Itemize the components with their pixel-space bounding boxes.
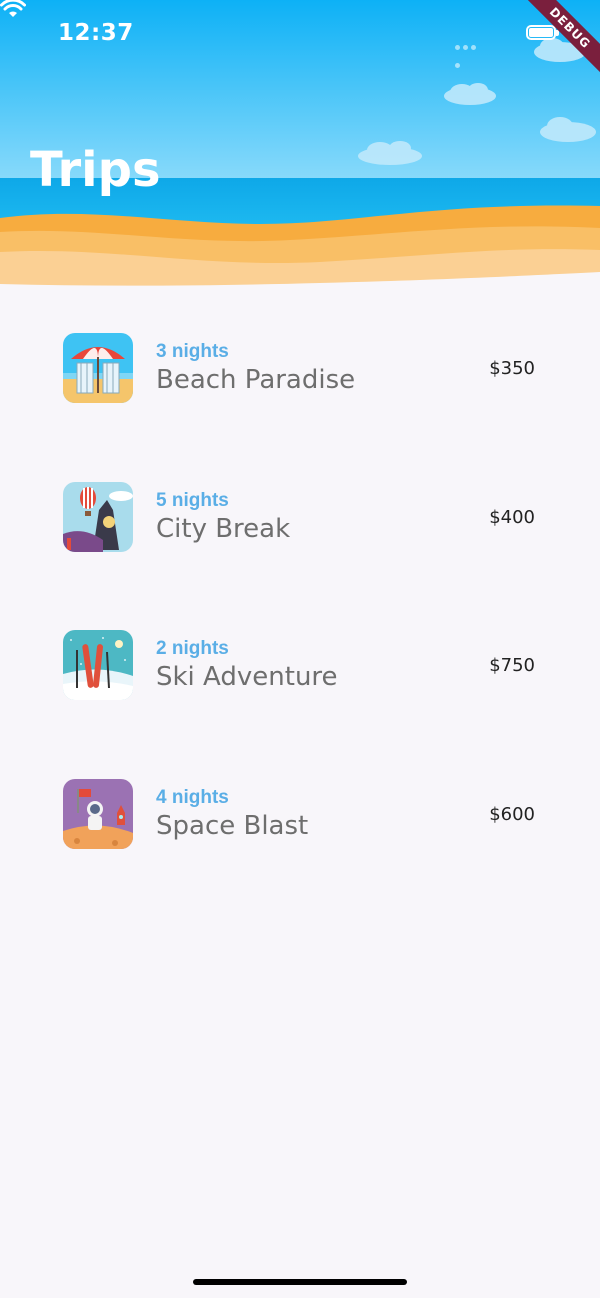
beach-umbrella-image	[63, 333, 133, 403]
header-banner: 12:37 DEBUG Trips	[0, 0, 600, 300]
wifi-icon	[0, 0, 26, 17]
trip-item-city-break[interactable]: 5 nights City Break $400	[63, 482, 543, 554]
trip-nights: 4 nights	[156, 787, 229, 808]
trip-nights: 3 nights	[156, 341, 229, 362]
skis-image	[63, 630, 133, 700]
page-title: Trips	[30, 142, 161, 198]
trip-item-ski-adventure[interactable]: 2 nights Ski Adventure $750	[63, 630, 543, 702]
astronaut-image	[63, 779, 133, 849]
big-ben-balloon-image	[63, 482, 133, 552]
home-indicator[interactable]	[193, 1279, 407, 1285]
trip-name: Beach Paradise	[156, 365, 356, 395]
battery-icon	[526, 25, 559, 40]
trip-price: $350	[489, 358, 535, 379]
trip-item-space-blast[interactable]: 4 nights Space Blast $600	[63, 779, 543, 851]
status-time: 12:37	[58, 20, 134, 46]
signal-icon	[455, 37, 485, 68]
trip-price: $600	[489, 804, 535, 825]
trip-price: $750	[489, 655, 535, 676]
trip-item-beach-paradise[interactable]: 3 nights Beach Paradise $350	[63, 333, 543, 405]
trip-name: Space Blast	[156, 811, 309, 841]
trip-name: City Break	[156, 514, 291, 544]
trip-nights: 5 nights	[156, 490, 229, 511]
trip-nights: 2 nights	[156, 638, 229, 659]
trip-name: Ski Adventure	[156, 662, 338, 692]
trip-price: $400	[489, 507, 535, 528]
